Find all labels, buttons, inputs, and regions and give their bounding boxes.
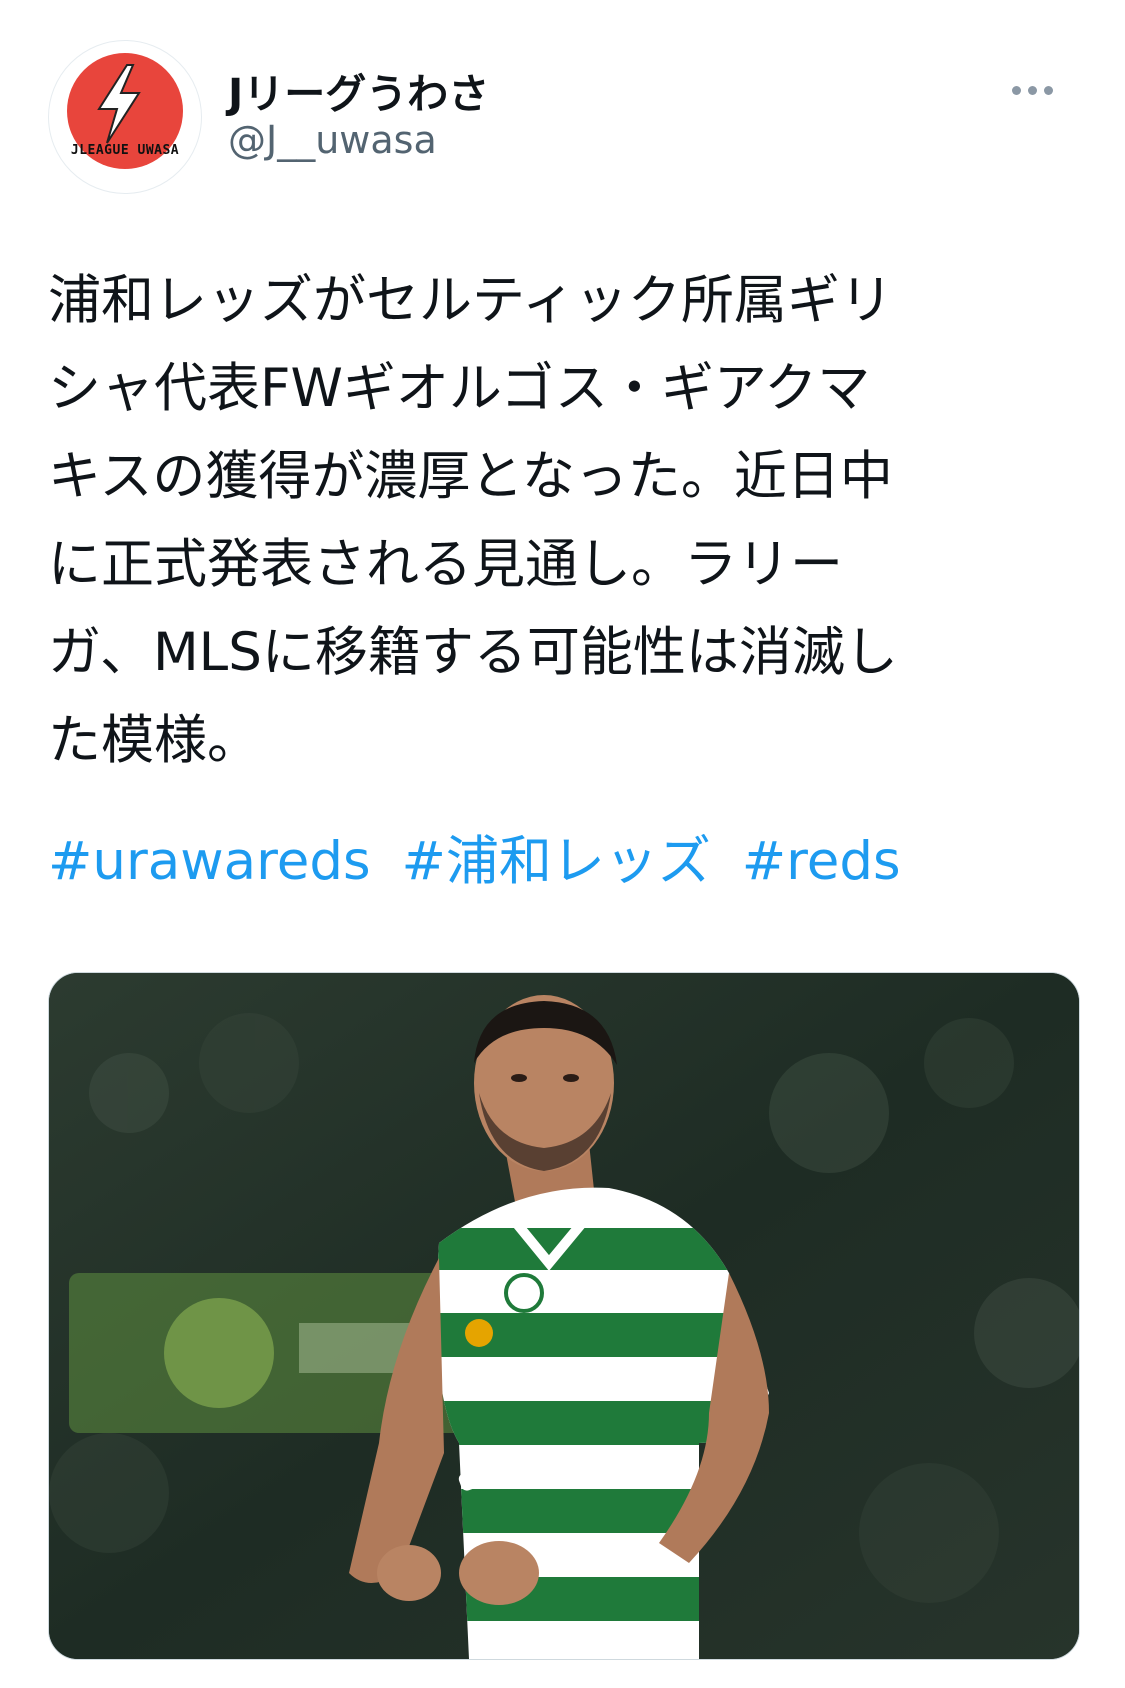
user-handle[interactable]: @J__uwasa [228,118,437,162]
tweet-text-line: シャ代表FWギオルゴス・ギアクマ [48,358,871,419]
jersey-sponsor-text: Bafabet [457,1365,567,1398]
hashtag-link[interactable]: #浦和レッズ [401,831,710,892]
more-dot-icon [1028,86,1037,95]
lightning-bolt-icon [97,64,141,144]
tweet-text-line: た模様。 [48,710,260,771]
hashtag-list: #urawareds #浦和レッズ #reds [48,818,915,906]
tweet-photo[interactable]: Bafabet [48,972,1080,1660]
more-dot-icon [1012,86,1021,95]
tweet: JLEAGUE UWASA Jリーグうわさ @J__uwasa 浦和レッズがセル… [0,0,1125,1688]
more-options-button[interactable] [1012,70,1082,110]
tweet-text-line: ガ、MLSに移籍する可能性は消滅し [48,622,898,683]
hashtag-link[interactable]: #reds [742,831,901,892]
football-player-photo: Bafabet [49,973,1079,1659]
avatar[interactable]: JLEAGUE UWASA [48,40,202,194]
tweet-text: 浦和レッズがセルティック所属ギリ シャ代表FWギオルゴス・ギアクマ キスの獲得が… [48,257,1078,785]
tweet-text-line: キスの獲得が濃厚となった。近日中 [48,446,893,507]
display-name[interactable]: Jリーグうわさ [228,60,489,120]
tweet-text-line: 浦和レッズがセルティック所属ギリ [48,270,893,331]
hashtag-link[interactable]: #urawareds [48,831,371,892]
avatar-logo-text: JLEAGUE UWASA [70,143,180,158]
more-dot-icon [1044,86,1053,95]
tweet-text-line: に正式発表される見通し。ラリー [48,534,843,595]
